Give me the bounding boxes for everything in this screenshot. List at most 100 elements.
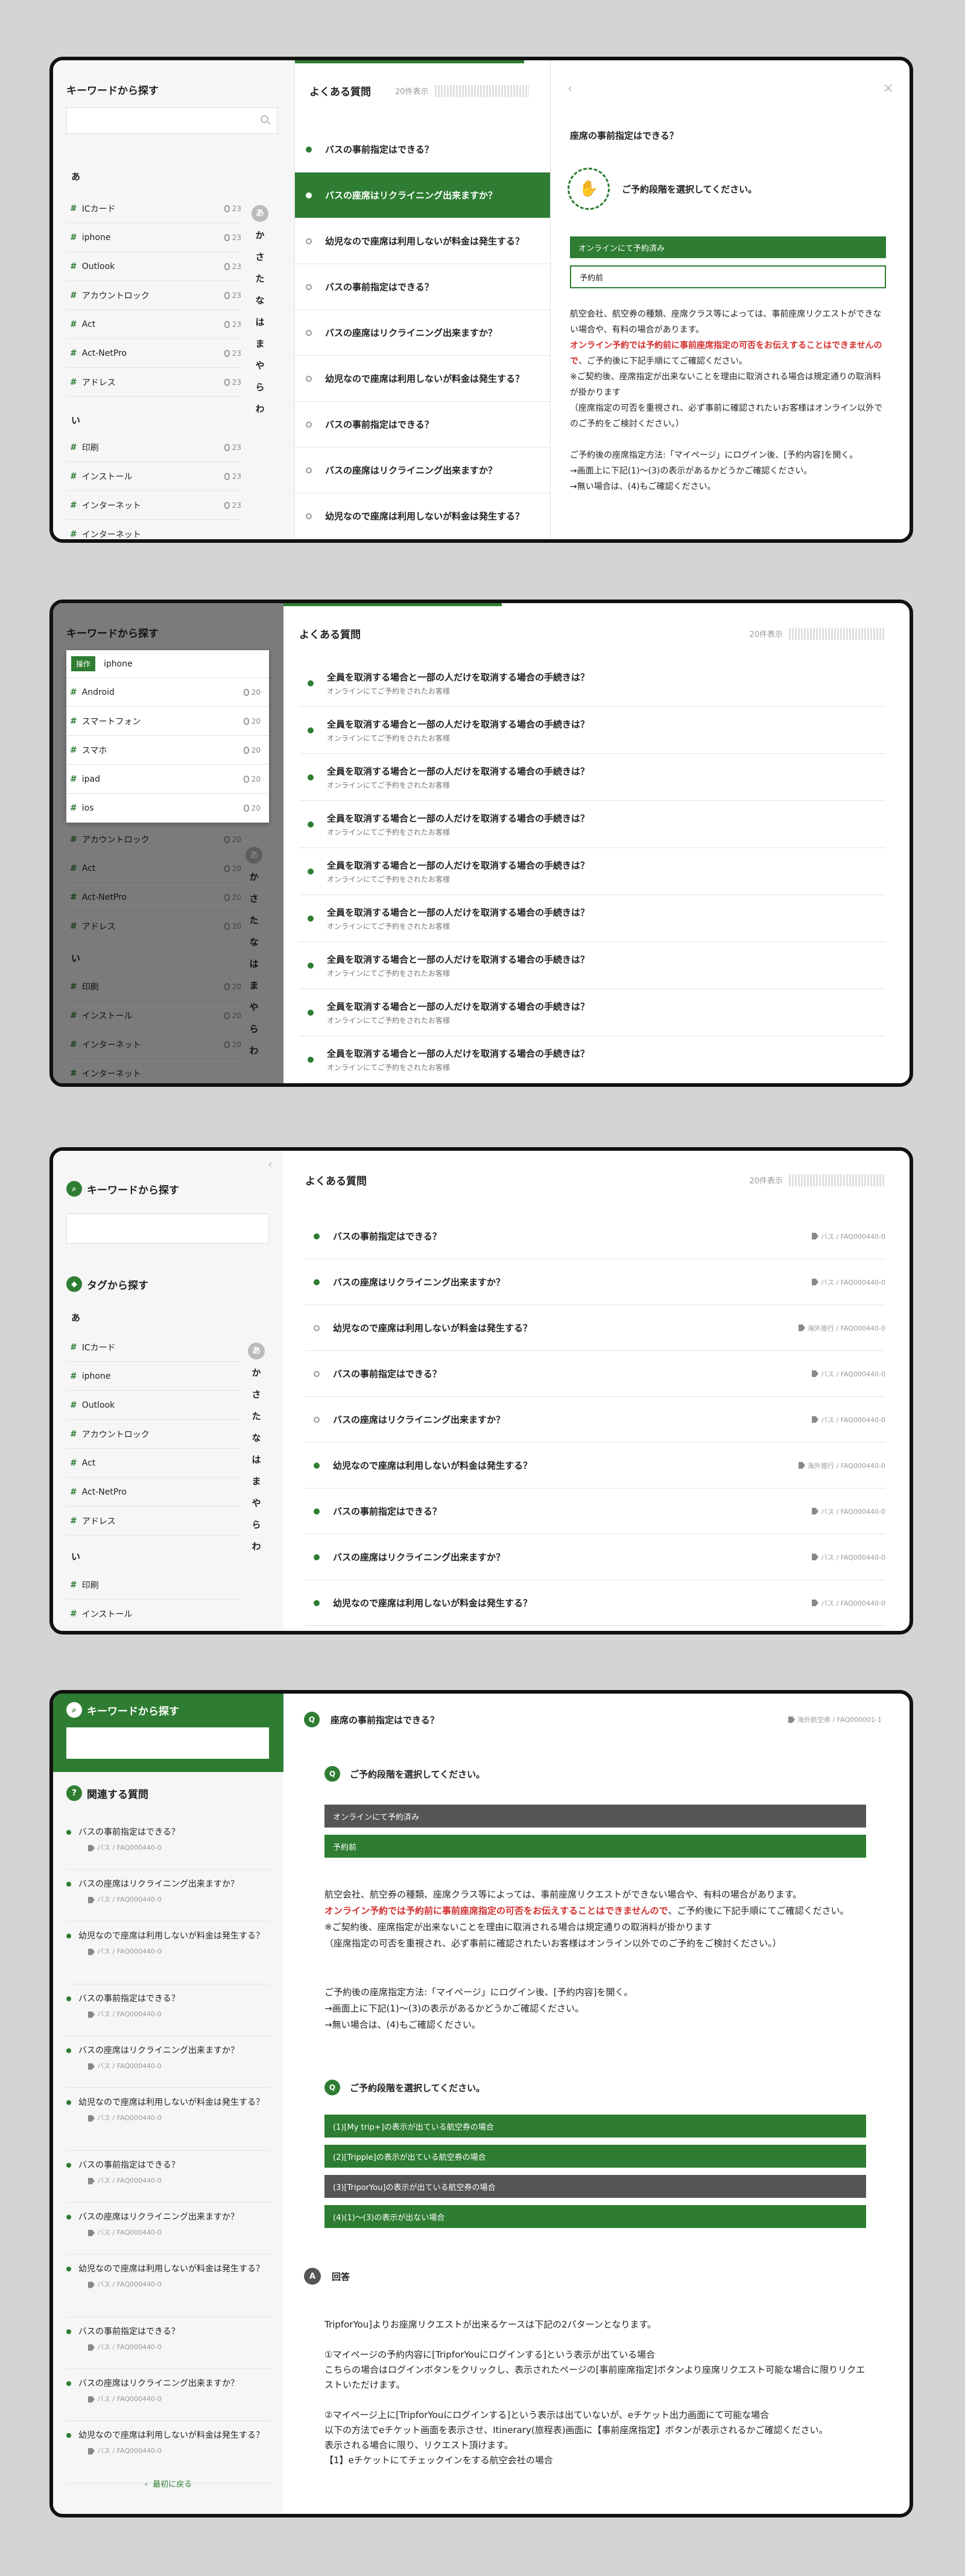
related-item[interactable]: バスの事前指定はできる？ バス / FAQ000440-0 [66, 1984, 271, 2036]
tag-item[interactable]: # アカウントロック [66, 1420, 241, 1449]
dropdown-option[interactable]: # スマホ 20 [66, 736, 269, 765]
dropdown-option[interactable]: # スマートフォン 20 [66, 707, 269, 736]
kana-index-item[interactable]: さ [251, 246, 269, 268]
related-item[interactable]: バスの座席はリクライニング出来ますか？ バス / FAQ000440-0 [66, 2369, 271, 2421]
related-item[interactable]: 幼児なので座席は利用しないが料金は発生する？ バス / FAQ000440-0 [66, 1922, 271, 1984]
question-item[interactable]: バスの事前指定はできる？ [295, 402, 551, 448]
dropdown-option[interactable]: # ipad 20 [66, 765, 269, 794]
question-item[interactable]: 全員を取消する場合と一部の人だけを取消する場合の手続きは？ オンラインにてご予約を… [299, 801, 885, 848]
kana-index-item[interactable]: ま [247, 1470, 265, 1492]
tag-item[interactable]: # インターネット 23 [66, 491, 241, 520]
question-item[interactable]: 幼児なので座席は利用しないが料金は発生する？ [295, 493, 551, 539]
tag-item[interactable]: # Act [66, 1449, 241, 1478]
related-item[interactable]: バスの座席はリクライニング出来ますか？ バス / FAQ000440-0 [66, 2203, 271, 2255]
kana-index-item[interactable]: か [247, 1362, 265, 1384]
kana-index-item[interactable]: わ [247, 1536, 265, 1557]
tag-item[interactable]: # iphone 23 [66, 223, 241, 252]
kana-index-item[interactable]: た [247, 1405, 265, 1427]
question-item[interactable]: バスの事前指定はできる？ バス / FAQ000440-0 [305, 1214, 885, 1259]
question-item[interactable]: 全員を取消する場合と一部の人だけを取消する場合の手続きは？ オンラインにてご予約を… [299, 942, 885, 989]
kana-index-item[interactable]: あ [248, 1343, 265, 1359]
search-input[interactable] [66, 107, 277, 134]
question-item[interactable]: 幼児なので座席は利用しないが料金は発生する？ [295, 218, 551, 264]
related-item[interactable]: バスの事前指定はできる？ バス / FAQ000440-0 [66, 1818, 271, 1870]
kana-index-item[interactable]: な [247, 1427, 265, 1449]
pager[interactable] [789, 627, 885, 640]
kana-index-item[interactable]: た [251, 268, 269, 290]
option-button[interactable]: (4)(1)〜(3)の表示が出ない場合 [324, 2205, 866, 2228]
back-to-top-link[interactable]: ‹ 最初に戻る [53, 2478, 283, 2489]
tag-item[interactable]: # Outlook 23 [66, 252, 241, 281]
close-icon[interactable]: × [883, 81, 894, 96]
related-item[interactable]: バスの座席はリクライニング出来ますか？ バス / FAQ000440-0 [66, 1870, 271, 1922]
kana-index-item[interactable]: な [251, 290, 269, 311]
question-item[interactable]: 幼児なので座席は利用しないが料金は発生する？ 海外旅行 / FAQ000440-0 [305, 1443, 885, 1489]
pager[interactable] [789, 1174, 885, 1186]
question-item[interactable]: バスの座席はリクライニング出来ますか？ [295, 310, 551, 356]
dropdown-option[interactable]: # ios 20 [66, 794, 269, 823]
question-item[interactable]: バスの座席はリクライニング出来ますか？ バス / FAQ000440-0 [305, 1259, 885, 1305]
kana-index-item[interactable]: わ [251, 398, 269, 420]
kana-index-item[interactable]: ら [247, 1514, 265, 1536]
question-item[interactable]: バスの事前指定はできる？ [295, 264, 551, 310]
question-item[interactable]: 全員を取消する場合と一部の人だけを取消する場合の手続きは？ オンラインにてご予約を… [299, 989, 885, 1036]
related-item[interactable]: 幼児なので座席は利用しないが料金は発生する？ バス / FAQ000440-0 [66, 2088, 271, 2151]
question-item[interactable]: 幼児なので座席は利用しないが料金は発生する？ 海外旅行 / FAQ000440-0 [305, 1305, 885, 1351]
question-item[interactable]: バスの事前指定はできる？ バス / FAQ000440-0 [305, 1489, 885, 1534]
collapse-icon[interactable]: ‹ [268, 1157, 273, 1171]
tag-item[interactable]: # ICカード 23 [66, 194, 241, 223]
question-item[interactable]: バスの座席はリクライニング出来ますか？ バス / FAQ000440-0 [305, 1534, 885, 1580]
related-item[interactable]: 幼児なので座席は利用しないが料金は発生する？ バス / FAQ000440-0 [66, 2255, 271, 2317]
question-item[interactable]: バスの事前指定はできる？ [295, 127, 551, 172]
search-input[interactable] [66, 1214, 269, 1244]
dropdown-option[interactable]: # Android 20 [66, 678, 269, 707]
tag-item[interactable]: # インストール 23 [66, 462, 241, 491]
question-item[interactable]: バスの事前指定はできる？ バス / FAQ000440-0 [305, 1351, 885, 1397]
tag-item[interactable]: # 印刷 23 [66, 433, 241, 462]
back-icon[interactable]: ‹ [568, 81, 572, 95]
question-item[interactable]: 幼児なので座席は利用しないが料金は発生する？ [295, 356, 551, 402]
option-booked-button[interactable]: オンラインにて予約済み [324, 1805, 866, 1828]
option-button[interactable]: (3)[TriporYou]の表示が出ている航空券の場合 [324, 2175, 866, 2198]
related-item[interactable]: 幼児なので座席は利用しないが料金は発生する？ バス / FAQ000440-0 [66, 2421, 271, 2484]
kana-index-item[interactable]: や [247, 1492, 265, 1514]
option-before-button[interactable]: 予約前 [324, 1835, 866, 1858]
question-item[interactable]: バスの座席はリクライニング出来ますか？ [295, 172, 551, 218]
kana-index-item[interactable]: あ [252, 205, 268, 222]
tag-item[interactable]: # アドレス 23 [66, 368, 241, 397]
question-item[interactable]: 全員を取消する場合と一部の人だけを取消する場合の手続きは？ オンラインにてご予約を… [299, 895, 885, 942]
pager[interactable] [434, 84, 529, 97]
related-item[interactable]: バスの事前指定はできる？ バス / FAQ000440-0 [66, 2317, 271, 2369]
tag-item[interactable]: # ICカード [66, 1333, 241, 1362]
question-item[interactable]: バスの座席はリクライニング出来ますか？ バス / FAQ000440-0 [305, 1397, 885, 1443]
tag-item[interactable]: # アカウントロック 23 [66, 281, 241, 310]
question-item[interactable]: 全員を取消する場合と一部の人だけを取消する場合の手続きは？ オンラインにてご予約を… [299, 660, 885, 707]
tag-item[interactable]: # Act-NetPro [66, 1478, 241, 1507]
tag-item[interactable]: # Act 23 [66, 310, 241, 339]
question-item[interactable]: 全員を取消する場合と一部の人だけを取消する場合の手続きは？ オンラインにてご予約を… [299, 707, 885, 754]
search-input[interactable] [66, 1727, 269, 1759]
option-booked-button[interactable]: オンラインにて予約済み [570, 236, 886, 258]
option-button[interactable]: (1)[My trip+]の表示が出ている航空券の場合 [324, 2115, 866, 2138]
kana-index-item[interactable]: ら [251, 376, 269, 398]
operator-select[interactable]: 操作 [71, 656, 96, 671]
kana-index-item[interactable]: さ [247, 1384, 265, 1405]
option-button[interactable]: (2)[Tripple]の表示が出ている航空券の場合 [324, 2145, 866, 2168]
question-item[interactable]: 幼児なので座席は利用しないが料金は発生する？ バス / FAQ000440-0 [305, 1580, 885, 1626]
kana-index-item[interactable]: か [251, 224, 269, 246]
question-item[interactable]: 全員を取消する場合と一部の人だけを取消する場合の手続きは？ オンラインにてご予約を… [299, 754, 885, 801]
kana-index-item[interactable]: は [247, 1449, 265, 1470]
question-item[interactable]: バスの座席はリクライニング出来ますか？ [295, 448, 551, 493]
question-item[interactable]: 全員を取消する場合と一部の人だけを取消する場合の手続きは？ オンラインにてご予約を… [299, 848, 885, 895]
tag-item[interactable]: # インストール [66, 1600, 241, 1628]
related-item[interactable]: バスの座席はリクライニング出来ますか？ バス / FAQ000440-0 [66, 2036, 271, 2088]
question-item[interactable]: 全員を取消する場合と一部の人だけを取消する場合の手続きは？ オンラインにてご予約を… [299, 1036, 885, 1083]
option-before-button[interactable]: 予約前 [570, 265, 886, 288]
tag-item[interactable]: # インターネット [66, 520, 241, 540]
kana-index-item[interactable]: や [251, 355, 269, 376]
kana-index-item[interactable]: ま [251, 333, 269, 355]
tag-item[interactable]: # 印刷 [66, 1571, 241, 1600]
tag-item[interactable]: # Outlook [66, 1391, 241, 1420]
dropdown-input[interactable]: iphone [104, 659, 133, 669]
kana-index-item[interactable]: は [251, 311, 269, 333]
